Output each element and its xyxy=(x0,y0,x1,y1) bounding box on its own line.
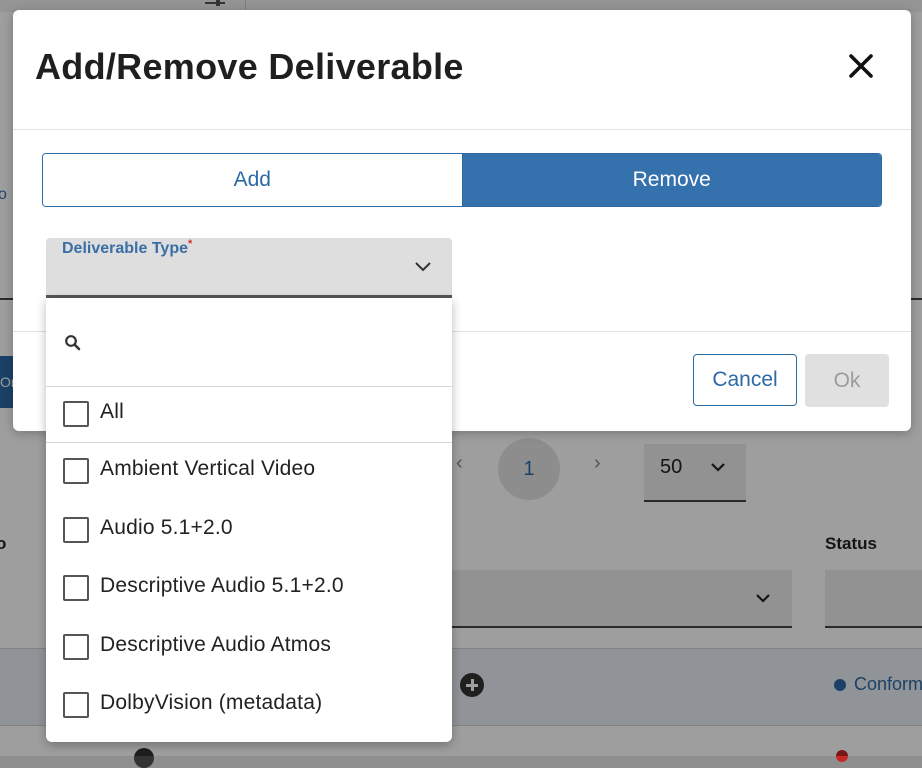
checkbox[interactable] xyxy=(63,575,89,601)
checkbox[interactable] xyxy=(63,517,89,543)
close-icon[interactable] xyxy=(843,48,879,84)
deliverable-type-label-text: Deliverable Type xyxy=(62,240,188,257)
option-label: Ambient Vertical Video xyxy=(100,457,316,480)
dropdown-option[interactable]: Descriptive Audio 5.1+2.0 xyxy=(46,560,452,616)
dropdown-option-all[interactable]: All xyxy=(46,386,452,443)
required-marker: * xyxy=(187,238,193,250)
checkbox[interactable] xyxy=(63,458,89,484)
dropdown-search xyxy=(46,298,452,387)
dropdown-option[interactable]: Descriptive Audio Atmos xyxy=(46,619,452,675)
dropdown-option[interactable]: DolbyVision (metadata) xyxy=(46,677,452,733)
deliverable-type-select[interactable]: Deliverable Type* xyxy=(46,238,452,298)
checkbox[interactable] xyxy=(63,401,89,427)
dropdown-option[interactable]: Ambient Vertical Video xyxy=(46,443,452,499)
search-icon xyxy=(65,335,81,351)
checkbox[interactable] xyxy=(63,692,89,718)
checkbox[interactable] xyxy=(63,634,89,660)
divider xyxy=(13,129,911,130)
add-remove-toggle: Add Remove xyxy=(42,153,882,207)
cancel-button[interactable]: Cancel xyxy=(693,354,797,406)
option-label: All xyxy=(100,400,124,423)
deliverable-type-label: Deliverable Type* xyxy=(62,238,193,258)
option-label: Descriptive Audio Atmos xyxy=(100,633,332,656)
option-label: Audio 5.1+2.0 xyxy=(100,516,233,539)
dropdown-option[interactable]: Audio 5.1+2.0 xyxy=(46,502,452,558)
chevron-down-icon xyxy=(415,262,431,272)
option-label: Descriptive Audio 5.1+2.0 xyxy=(100,574,344,597)
ok-button[interactable]: Ok xyxy=(805,354,889,407)
option-label: DolbyVision (metadata) xyxy=(100,691,323,714)
dialog-title: Add/Remove Deliverable xyxy=(35,46,464,87)
search-input[interactable] xyxy=(94,324,438,362)
remove-tab[interactable]: Remove xyxy=(462,154,881,206)
deliverable-type-dropdown: All Ambient Vertical Video Audio 5.1+2.0… xyxy=(46,298,452,742)
add-tab[interactable]: Add xyxy=(43,154,463,206)
